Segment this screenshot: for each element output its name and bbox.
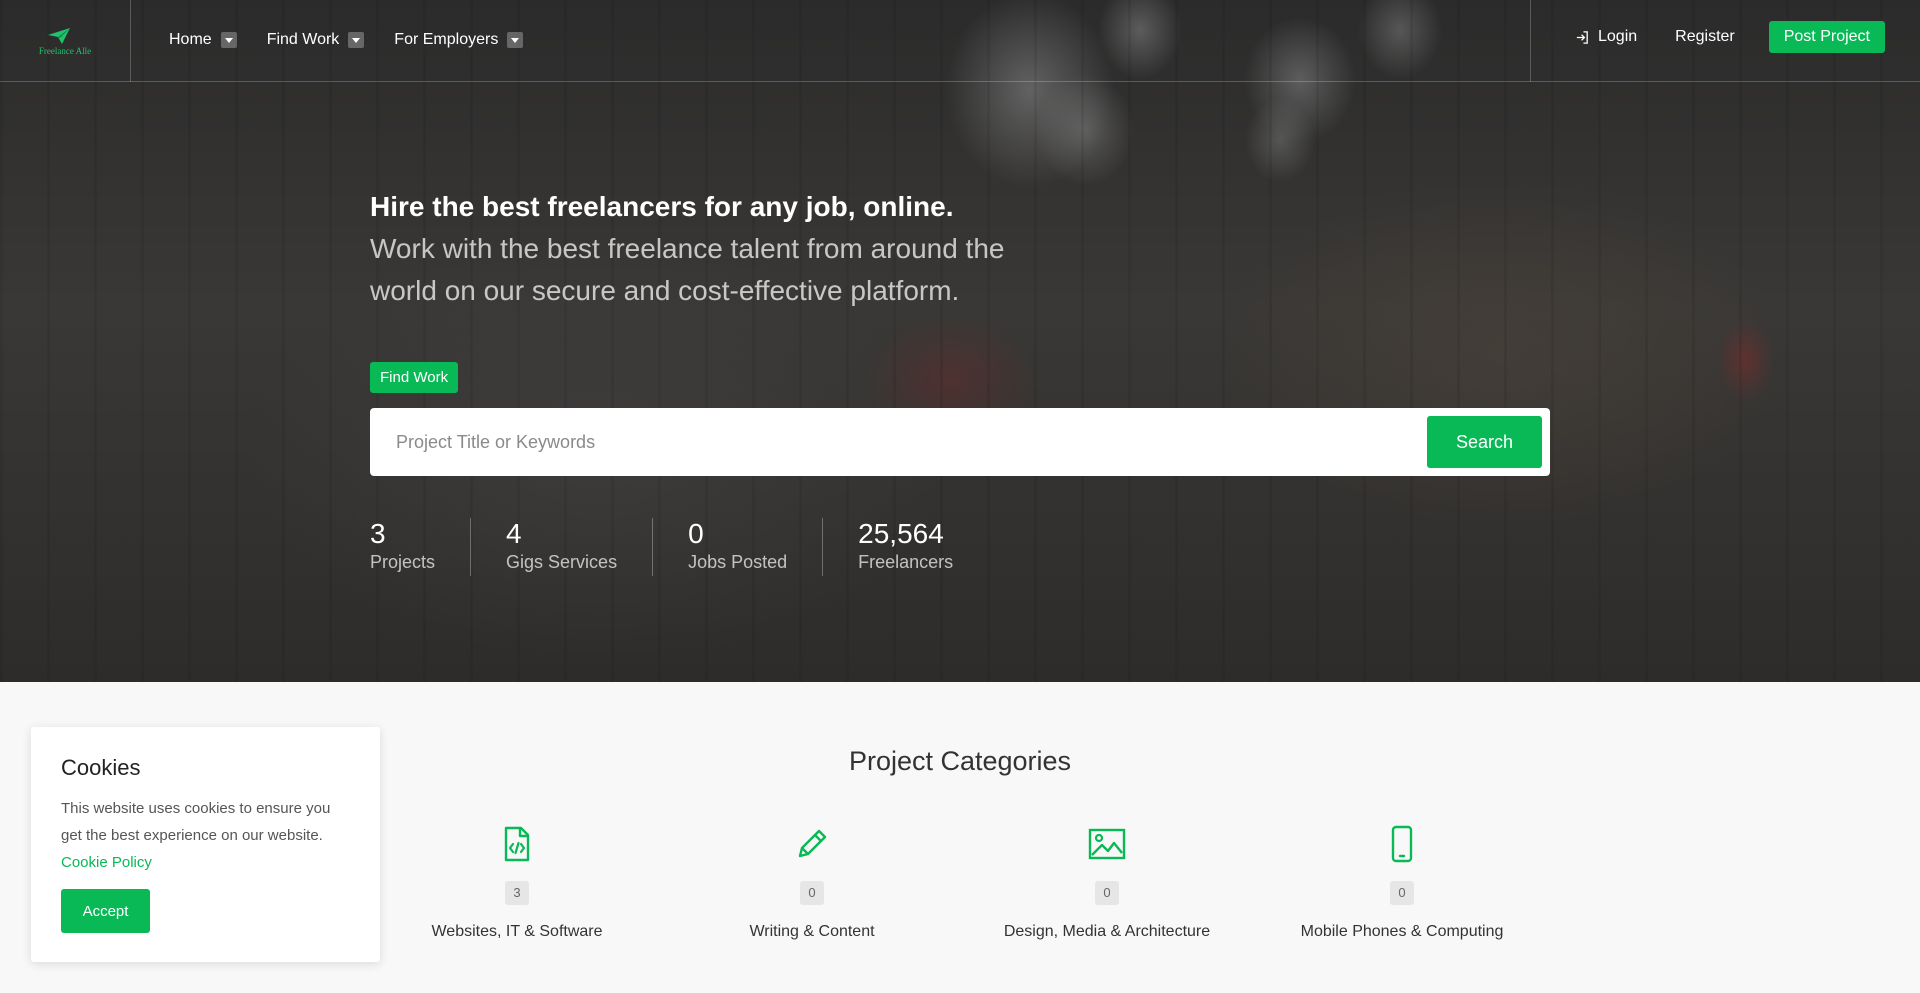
stat-gigs-services: 4 Gigs Services: [506, 518, 654, 576]
sign-in-icon: [1576, 30, 1588, 44]
category-websites-it-software[interactable]: 3 Websites, IT & Software: [377, 824, 657, 941]
paper-plane-icon: [48, 27, 70, 44]
chevron-down-icon[interactable]: [348, 32, 365, 48]
hero-headline: Hire the best freelancers for any job, o…: [370, 191, 954, 222]
nav-item-label: Home: [169, 31, 212, 48]
nav-item-for-employers[interactable]: For Employers: [394, 31, 524, 49]
search-input[interactable]: [396, 422, 1396, 462]
code-file-icon: [504, 826, 530, 862]
post-project-button[interactable]: Post Project: [1768, 21, 1885, 53]
search-button[interactable]: Search: [1427, 416, 1542, 468]
main-menu: Home Find Work For Employers: [169, 0, 553, 80]
top-navbar: Freelance Alle Home Find Work For Employ…: [0, 0, 1920, 82]
image-icon: [1088, 828, 1126, 860]
category-name: Mobile Phones & Computing: [1300, 923, 1504, 940]
stat-projects: 3 Projects: [370, 518, 472, 576]
category-mobile-phones-computing[interactable]: 0 Mobile Phones & Computing: [1262, 824, 1542, 941]
cookie-accept-button[interactable]: Accept: [61, 889, 150, 933]
nav-item-label: For Employers: [394, 31, 499, 48]
stat-label: Jobs Posted: [688, 552, 788, 572]
stat-label: Gigs Services: [506, 552, 618, 572]
category-name: Writing & Content: [749, 923, 875, 940]
site-logo[interactable]: Freelance Alle: [0, 0, 131, 82]
nav-item-label: Find Work: [266, 31, 340, 48]
stat-value: 25,564: [858, 518, 944, 549]
category-writing-content[interactable]: 0 Writing & Content: [672, 824, 952, 941]
cookie-banner: Cookies This website uses cookies to ens…: [31, 727, 380, 962]
login-label: Login: [1598, 28, 1638, 45]
hero-section: [0, 0, 1920, 682]
nav-item-home[interactable]: Home: [169, 31, 237, 49]
stat-value: 4: [506, 518, 522, 549]
chevron-down-icon[interactable]: [507, 32, 524, 48]
stats-row: 3 Projects 4 Gigs Services 0 Jobs Posted…: [370, 518, 1023, 576]
category-count: 0: [800, 881, 824, 905]
stat-value: 3: [370, 518, 386, 549]
search-bar: Search: [370, 408, 1550, 476]
category-count: 0: [1390, 881, 1414, 905]
nav-item-find-work[interactable]: Find Work: [267, 31, 365, 49]
stat-freelancers: 25,564 Freelancers: [858, 518, 988, 576]
stat-value: 0: [688, 518, 704, 549]
category-name: Websites, IT & Software: [431, 923, 603, 940]
cookie-text: This website uses cookies to ensure you …: [61, 800, 331, 844]
category-count: 3: [505, 881, 529, 905]
cookie-title: Cookies: [61, 755, 141, 780]
find-work-button[interactable]: Find Work: [370, 362, 459, 393]
register-link[interactable]: Register: [1675, 28, 1735, 46]
mobile-phone-icon: [1391, 825, 1413, 863]
cookie-policy-link[interactable]: Cookie Policy: [61, 849, 350, 876]
hero-text: Hire the best freelancers for any job, o…: [370, 186, 1030, 312]
stat-label: Freelancers: [858, 552, 954, 572]
category-design-media-architecture[interactable]: 0 Design, Media & Architecture: [967, 824, 1247, 941]
nav-actions: Login Register Post Project: [1575, 21, 1885, 53]
stat-jobs-posted: 0 Jobs Posted: [688, 518, 824, 576]
hero-subline: Work with the best freelance talent from…: [370, 233, 1005, 306]
logo-text: Freelance Alle: [38, 45, 92, 56]
category-count: 0: [1095, 881, 1119, 905]
nav-divider: [1530, 0, 1531, 82]
login-link[interactable]: Login: [1575, 28, 1637, 46]
chevron-down-icon[interactable]: [220, 32, 237, 48]
category-name: Design, Media & Architecture: [1003, 923, 1211, 940]
stat-label: Projects: [370, 552, 436, 572]
pencil-icon: [798, 829, 827, 858]
